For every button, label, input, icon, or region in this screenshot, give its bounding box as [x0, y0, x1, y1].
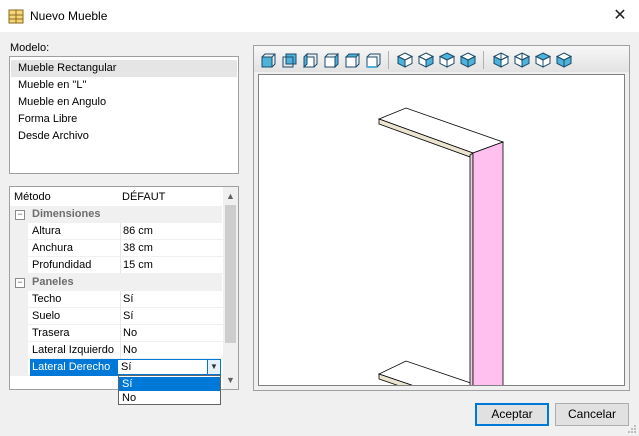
resize-grip-icon[interactable] — [627, 424, 637, 434]
collapse-icon[interactable]: − — [15, 278, 25, 288]
property-row-techo[interactable]: Techo Sí — [10, 291, 223, 308]
title-bar: Nuevo Mueble ✕ — [0, 0, 639, 32]
row-gutter — [10, 257, 28, 274]
cancel-button[interactable]: Cancelar — [555, 403, 629, 426]
property-row-anchura[interactable]: Anchura 38 cm — [10, 240, 223, 257]
property-name: Anchura — [32, 242, 73, 254]
category-paneles[interactable]: − Paneles — [10, 274, 222, 291]
property-row-trasera[interactable]: Trasera No — [10, 325, 223, 342]
toolbar-separator — [483, 51, 484, 69]
property-name: Techo — [32, 293, 62, 305]
property-row-profundidad[interactable]: Profundidad 15 cm — [10, 257, 223, 274]
lateral-derecho-editor[interactable]: Sí — [117, 359, 221, 375]
method-value[interactable]: DÉFAUT — [120, 189, 165, 206]
iso-view-7-icon[interactable] — [534, 51, 552, 69]
row-gutter — [10, 359, 28, 376]
view-back-icon[interactable] — [280, 51, 298, 69]
property-value[interactable]: 86 cm — [120, 223, 223, 240]
dropdown-options[interactable]: Sí No — [118, 375, 221, 405]
scroll-thumb[interactable] — [225, 205, 236, 343]
view-toolbar — [254, 46, 629, 72]
row-gutter — [10, 325, 28, 342]
view-front-icon[interactable] — [259, 51, 277, 69]
property-scrollbar[interactable]: ▲ ▼ — [223, 187, 238, 389]
property-name: Altura — [32, 225, 61, 237]
model-label: Modelo: — [10, 42, 50, 54]
property-value[interactable]: 38 cm — [120, 240, 223, 257]
property-row-suelo[interactable]: Suelo Sí — [10, 308, 223, 325]
chevron-down-icon[interactable]: ▼ — [207, 359, 221, 375]
accept-button[interactable]: Aceptar — [475, 403, 549, 426]
iso-view-1-icon[interactable] — [396, 51, 414, 69]
right-side-panel — [472, 141, 504, 412]
property-name: Trasera — [32, 327, 70, 339]
scroll-down-icon[interactable]: ▼ — [223, 373, 238, 387]
model-item-free-form[interactable]: Forma Libre — [11, 111, 237, 128]
category-label: Paneles — [32, 276, 74, 288]
3d-canvas[interactable] — [258, 74, 625, 414]
view-bottom-icon[interactable] — [364, 51, 382, 69]
scroll-up-icon[interactable]: ▲ — [223, 189, 238, 203]
property-name: Suelo — [32, 310, 61, 322]
preview-panel — [253, 45, 630, 414]
property-name-selected: Lateral Derecho — [30, 359, 120, 376]
model-item-l[interactable]: Mueble en "L" — [11, 77, 237, 94]
property-row-altura[interactable]: Altura 86 cm — [10, 223, 223, 240]
row-gutter — [10, 291, 28, 308]
collapse-icon[interactable]: − — [15, 210, 25, 220]
model-list[interactable]: Mueble Rectangular Mueble en "L" Mueble … — [9, 56, 239, 174]
property-row-lateral-izquierdo[interactable]: Lateral Izquierdo No — [10, 342, 223, 359]
iso-view-3-icon[interactable] — [438, 51, 456, 69]
property-name: Lateral Izquierdo — [32, 344, 114, 356]
method-label: Método — [14, 191, 51, 203]
row-gutter — [10, 342, 28, 359]
property-value[interactable]: No — [120, 325, 223, 342]
property-value[interactable]: No — [120, 342, 223, 359]
editor-value: Sí — [121, 361, 132, 373]
property-name: Profundidad — [32, 259, 92, 271]
model-item-rectangular[interactable]: Mueble Rectangular — [11, 60, 237, 77]
model-item-angle[interactable]: Mueble en Angulo — [11, 94, 237, 111]
view-left-icon[interactable] — [301, 51, 319, 69]
iso-view-4-icon[interactable] — [459, 51, 477, 69]
view-top-icon[interactable] — [343, 51, 361, 69]
model-item-from-file[interactable]: Desde Archivo — [11, 128, 237, 145]
furniture-app-icon — [8, 9, 24, 24]
iso-view-6-icon[interactable] — [513, 51, 531, 69]
option-no[interactable]: No — [119, 391, 220, 405]
window-title: Nuevo Mueble — [30, 9, 108, 23]
iso-view-5-icon[interactable] — [492, 51, 510, 69]
property-value[interactable]: Sí — [120, 308, 223, 325]
close-icon[interactable]: ✕ — [607, 5, 633, 27]
property-header-row: Método DÉFAUT — [10, 189, 222, 206]
iso-view-2-icon[interactable] — [417, 51, 435, 69]
property-value[interactable]: Sí — [120, 291, 223, 308]
category-label: Dimensiones — [32, 208, 101, 220]
furniture-preview — [377, 107, 505, 414]
category-dimensiones[interactable]: − Dimensiones — [10, 206, 222, 223]
right-side-panel-edge — [469, 152, 474, 414]
view-right-icon[interactable] — [322, 51, 340, 69]
row-gutter — [10, 240, 28, 257]
iso-view-8-icon[interactable] — [555, 51, 573, 69]
toolbar-separator — [388, 51, 389, 69]
option-si[interactable]: Sí — [119, 377, 220, 391]
row-gutter — [10, 223, 28, 240]
property-value[interactable]: 15 cm — [120, 257, 223, 274]
row-gutter — [10, 308, 28, 325]
